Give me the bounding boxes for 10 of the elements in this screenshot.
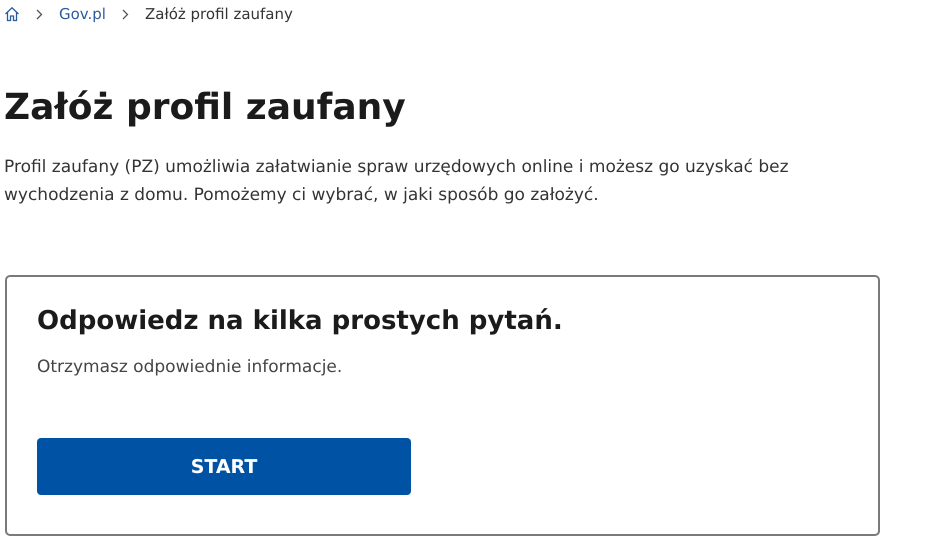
chevron-icon [122,8,129,20]
chevron-icon [36,8,43,20]
start-button[interactable]: START [37,438,411,496]
page-title: Załóż profil zaufany [4,86,407,130]
card-text: Otrzymasz odpowiednie informacje. [37,356,344,379]
breadcrumb-link[interactable]: Gov.pl [59,2,106,26]
intro-paragraph: Profil zaufany (PZ) umożliwia załatwianie spraw urzędowych online i możesz go uzyskać bez wychodzenia z domu. Pomożemy ci wybrać, w jaki sposób go założyć. [4,156,790,208]
card-heading: Odpowiedz na kilka prostych pytań. [37,305,564,338]
breadcrumb-current: Załóż profil zaufany [144,4,293,25]
home-icon[interactable] [4,6,20,22]
